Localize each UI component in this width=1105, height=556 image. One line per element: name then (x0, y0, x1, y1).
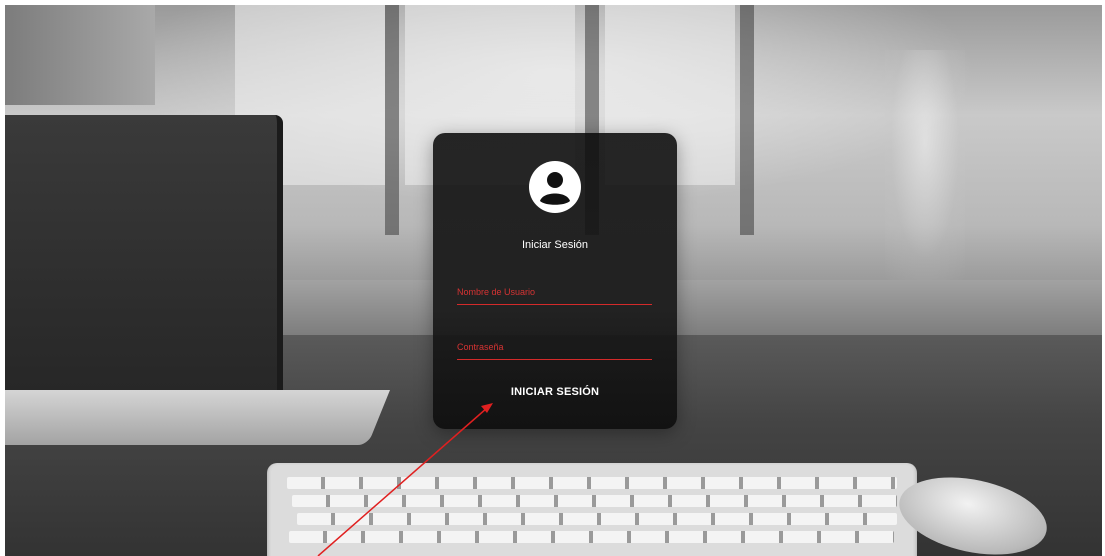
background-window-frame (740, 5, 754, 235)
keyboard-row (289, 531, 894, 543)
user-circle-icon (528, 160, 582, 214)
background-window-frame (385, 5, 399, 235)
username-field[interactable] (457, 280, 652, 305)
keyboard-row (287, 477, 897, 489)
keyboard-row (297, 513, 897, 525)
password-field[interactable] (457, 335, 652, 360)
login-card: Iniciar Sesión INICIAR SESIÓN (433, 133, 677, 429)
background-vase (885, 50, 965, 280)
background-laptop-screen (5, 115, 283, 405)
background-window (5, 5, 155, 105)
background-laptop-base (5, 390, 390, 445)
login-button[interactable]: INICIAR SESIÓN (493, 379, 617, 405)
login-page: Iniciar Sesión INICIAR SESIÓN (0, 0, 1105, 556)
background-keyboard (267, 463, 917, 556)
login-title: Iniciar Sesión (521, 239, 589, 251)
keyboard-row (292, 495, 897, 507)
